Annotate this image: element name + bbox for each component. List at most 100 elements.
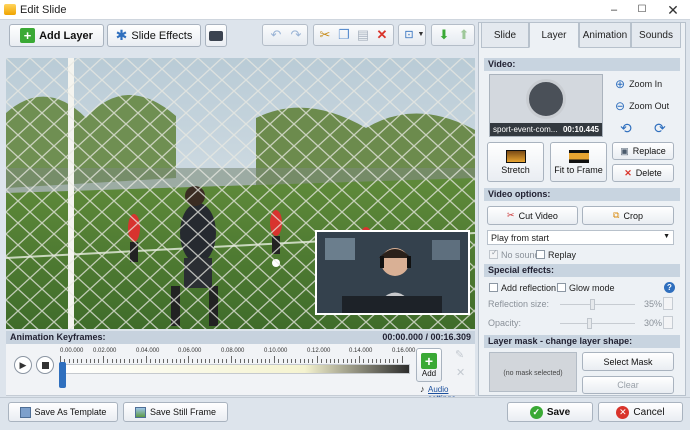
reflection-size-stepper[interactable] <box>663 297 673 310</box>
paste-icon[interactable]: ▤ <box>355 27 371 43</box>
crop-button[interactable]: ⧉ Crop <box>582 206 674 225</box>
timeline-tick <box>213 359 215 363</box>
copy-icon[interactable]: ❐ <box>336 27 352 43</box>
move-down-icon[interactable]: ⬇ <box>436 27 452 43</box>
stop-button[interactable] <box>36 356 54 374</box>
play-button[interactable]: ▶ <box>14 356 32 374</box>
plus-icon: + <box>20 28 36 43</box>
glow-mode-checkbox[interactable] <box>557 283 566 292</box>
timeline-tick <box>299 359 301 363</box>
opacity-value: 30% <box>644 318 663 328</box>
slide-effects-label: Slide Effects <box>131 29 193 42</box>
timeline-tick <box>146 356 147 363</box>
zoom-in-label: Zoom In <box>629 79 663 89</box>
video-layer-thumbnail[interactable] <box>315 230 470 315</box>
keyframes-header: Animation Keyframes: 00:00.000 / 00:16.3… <box>6 331 475 344</box>
play-mode-value: Play from start <box>491 233 550 243</box>
zoom-out-label: Zoom Out <box>629 101 670 111</box>
timeline-tick <box>312 359 314 363</box>
timeline-tick <box>243 359 245 363</box>
add-layer-button[interactable]: + Add Layer <box>9 24 104 47</box>
tab-layer[interactable]: Layer <box>529 22 579 48</box>
timeline-tick <box>239 359 241 363</box>
add-reflection-checkbox[interactable] <box>489 283 498 292</box>
timeline-tick <box>355 359 357 363</box>
tab-slide[interactable]: Slide <box>481 22 529 48</box>
plus-icon: + <box>421 352 437 369</box>
timeline-tick-label: 0.00.000 <box>60 348 84 354</box>
timeline-tick <box>217 359 219 363</box>
tab-animation[interactable]: Animation <box>579 22 631 48</box>
glow-mode-label: Glow mode <box>569 283 615 293</box>
timeline-tick <box>132 359 134 363</box>
slider-thumb[interactable] <box>590 299 595 310</box>
mask-preview[interactable]: (no mask selected) <box>489 352 577 392</box>
stretch-button[interactable]: Stretch <box>487 142 544 182</box>
play-mode-select[interactable]: Play from start ▼ <box>487 230 674 245</box>
rotate-right-icon[interactable]: ⟳ <box>654 120 666 137</box>
no-sound-checkbox[interactable]: ✓ <box>489 248 498 259</box>
preview-canvas[interactable] <box>6 58 475 329</box>
zoom-out-button[interactable]: ⊖ Zoom Out <box>615 99 669 113</box>
slide-effects-button[interactable]: ✱ Slide Effects <box>107 24 201 47</box>
timeline-tick-label: 0.12.000 <box>307 348 331 354</box>
cancel-button[interactable]: ✕ Cancel <box>598 402 683 422</box>
timeline-tick <box>226 359 228 363</box>
zoom-in-button[interactable]: ⊕ Zoom In <box>615 77 662 91</box>
timeline-tick <box>163 359 165 363</box>
timeline-tick <box>388 359 390 363</box>
cut-video-button[interactable]: ✂ Cut Video <box>487 206 578 225</box>
remove-keyframe-icon[interactable]: ✕ <box>456 366 465 379</box>
reflection-size-slider[interactable] <box>560 299 635 310</box>
delete-button[interactable]: ✕ Delete <box>612 164 674 182</box>
save-button[interactable]: ✓ Save <box>507 402 593 422</box>
rotate-left-icon[interactable]: ⟲ <box>620 120 632 137</box>
sparkle-icon: ✱ <box>115 27 128 43</box>
timeline-tick <box>89 359 91 363</box>
fit-to-frame-button[interactable]: Fit to Frame <box>550 142 607 182</box>
title-bar: Edit Slide – ☐ ✕ <box>0 0 690 20</box>
timeline-tick <box>154 359 156 363</box>
timeline-tick <box>175 359 177 363</box>
timeline-tick-label: 0.10.000 <box>264 348 288 354</box>
minimize-button[interactable]: – <box>600 0 628 20</box>
timeline-tick <box>256 359 258 363</box>
cut-icon[interactable]: ✂ <box>317 27 333 43</box>
timeline-ruler[interactable]: 0.00.000 0.02.000 0.04.000 0.06.000 0.08.000… <box>59 348 415 388</box>
timeline-tick-label: 0.02.000 <box>93 348 117 354</box>
timeline-tick <box>85 359 87 363</box>
help-icon[interactable]: ? <box>664 282 675 293</box>
edit-keyframe-icon[interactable]: ✎ <box>455 348 464 361</box>
slider-thumb[interactable] <box>587 318 592 329</box>
undo-icon[interactable]: ↶ <box>268 27 284 43</box>
preview-button[interactable] <box>205 24 227 47</box>
projector-icon <box>209 30 223 41</box>
video-thumbnail[interactable]: sport-event-com... 00:10.445 <box>489 74 603 137</box>
save-still-frame-button[interactable]: Save Still Frame <box>123 402 228 422</box>
maximize-button[interactable]: ☐ <box>628 0 656 20</box>
chevron-down-icon[interactable]: ▼ <box>413 27 429 43</box>
clear-mask-button[interactable]: Clear <box>582 376 674 394</box>
add-layer-label: Add Layer <box>39 29 93 42</box>
opacity-slider[interactable] <box>560 318 635 329</box>
replay-checkbox[interactable] <box>536 250 545 259</box>
delete-icon[interactable]: ✕ <box>374 27 390 43</box>
select-mask-button[interactable]: Select Mask <box>582 352 674 371</box>
save-as-template-button[interactable]: Save As Template <box>8 402 118 422</box>
fit-frame-icon <box>568 149 589 163</box>
opacity-stepper[interactable] <box>663 316 673 329</box>
fit-to-frame-label: Fit to Frame <box>554 164 603 175</box>
tab-sounds[interactable]: Sounds <box>631 22 681 48</box>
playhead-marker[interactable] <box>59 362 66 388</box>
close-button[interactable]: ✕ <box>656 0 690 20</box>
timeline-track[interactable] <box>60 364 410 374</box>
video-info-bar: sport-event-com... 00:10.445 <box>490 123 602 136</box>
move-up-icon[interactable]: ⬆ <box>456 27 472 43</box>
replay-label: Replay <box>548 250 577 260</box>
redo-icon[interactable]: ↷ <box>288 27 304 43</box>
undo-redo-group: ↶ ↷ <box>262 24 308 46</box>
checkmark-icon: ✓ <box>529 405 543 419</box>
timeline-tick-label: 0.16.000 <box>392 348 416 354</box>
replace-button[interactable]: ▣ Replace <box>612 142 674 160</box>
add-keyframe-button[interactable]: + Add <box>416 348 442 382</box>
